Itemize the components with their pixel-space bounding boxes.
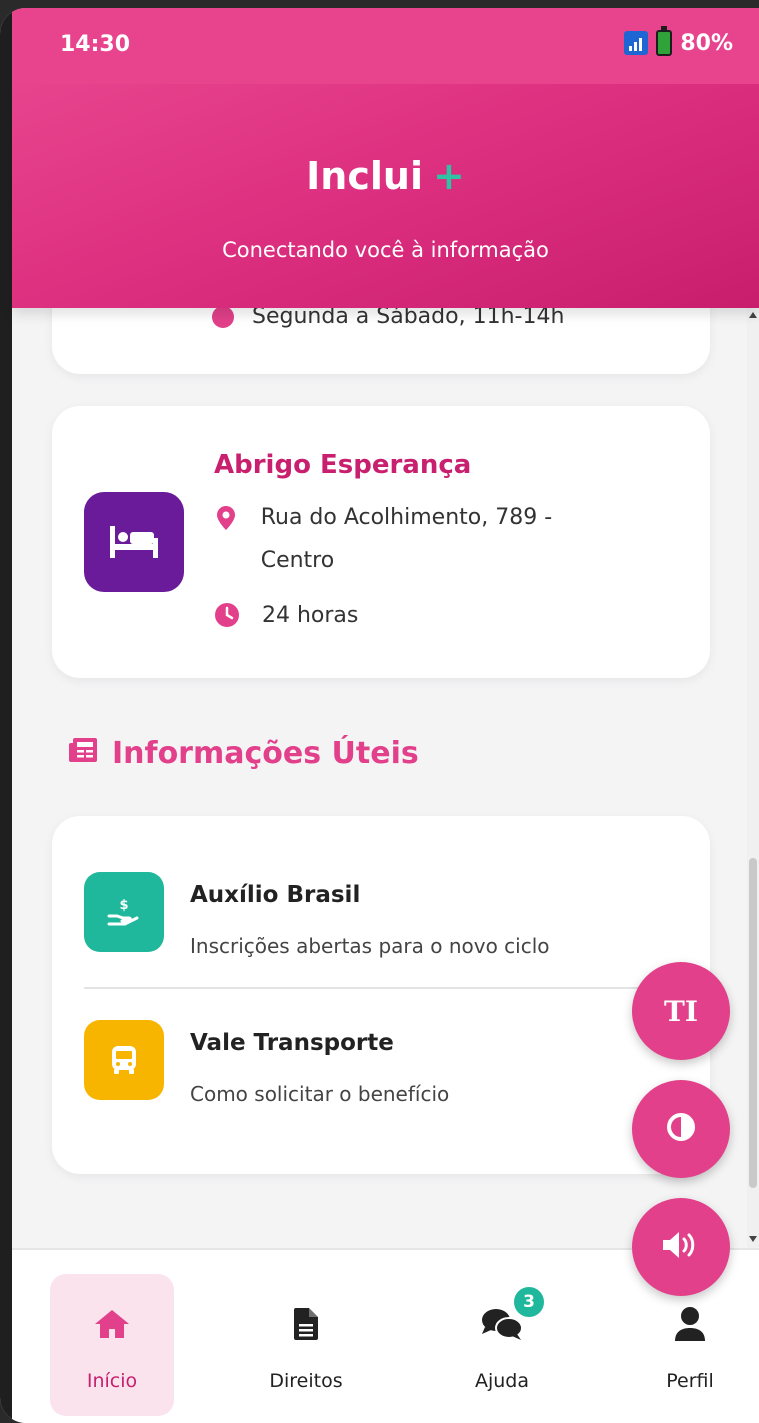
svg-text:$: $ xyxy=(119,898,128,913)
shelter-hours-row: 24 horas xyxy=(214,594,358,637)
nav-label: Início xyxy=(86,1370,138,1392)
contrast-icon xyxy=(666,1112,696,1146)
app-title-accent: + xyxy=(432,154,465,198)
info-item-description: Inscrições abertas para o novo ciclo xyxy=(190,934,550,958)
text-size-icon: TI xyxy=(664,994,698,1028)
clock-icon xyxy=(212,305,234,328)
divider xyxy=(84,987,680,989)
status-time: 14:30 xyxy=(60,32,131,57)
battery-level: 80% xyxy=(680,30,733,56)
shelter-hours: 24 horas xyxy=(262,603,359,628)
location-pin-icon xyxy=(214,496,239,530)
status-indicators: 80% xyxy=(624,26,733,56)
status-bar: 14:30 80% xyxy=(12,8,759,84)
scrollbar-thumb[interactable] xyxy=(749,858,757,1188)
speaker-icon xyxy=(661,1230,701,1264)
scroll-up-arrow[interactable] xyxy=(749,312,757,318)
chat-icon: 3 xyxy=(481,1284,547,1344)
info-card: $ Auxílio Brasil Inscrições abertas para… xyxy=(52,816,710,1174)
hand-money-icon: $ xyxy=(84,872,164,952)
home-icon xyxy=(94,1304,130,1344)
user-icon xyxy=(675,1304,705,1344)
newspaper-icon xyxy=(68,736,98,771)
nav-item-ajuda[interactable]: 3 Ajuda xyxy=(440,1274,564,1416)
info-item-description: Como solicitar o benefício xyxy=(190,1082,450,1106)
shelter-address: Rua do Acolhimento, 789 - Centro xyxy=(260,505,553,573)
nav-item-perfil[interactable]: Perfil xyxy=(628,1274,752,1416)
signal-icon xyxy=(624,31,649,55)
scroll-down-arrow[interactable] xyxy=(749,1236,757,1242)
app-header: 14:30 80% Inclui + Conectando você à info… xyxy=(12,8,759,308)
bed-icon xyxy=(84,492,184,592)
font-size-button[interactable]: TI xyxy=(632,962,730,1060)
app-title: Inclui + xyxy=(12,154,759,198)
battery-icon xyxy=(656,26,673,56)
bus-icon xyxy=(84,1020,164,1100)
info-item-auxilio-brasil[interactable]: $ Auxílio Brasil Inscrições abertas para… xyxy=(84,872,680,1002)
shelter-card[interactable]: Abrigo Esperança Rua do Acolhimento, 789… xyxy=(52,406,710,678)
info-item-title: Auxílio Brasil xyxy=(190,882,361,908)
audio-button[interactable] xyxy=(632,1198,730,1296)
clock-icon xyxy=(214,594,240,627)
notification-badge: 3 xyxy=(511,1284,547,1320)
shelter-address-row: Rua do Acolhimento, 789 - Centro xyxy=(214,496,614,582)
nav-label: Ajuda xyxy=(474,1370,530,1392)
document-icon xyxy=(294,1304,318,1344)
app-subtitle: Conectando você à informação xyxy=(222,238,549,262)
info-section-heading: Informações Úteis xyxy=(68,736,419,771)
phone-screen: Segunda a Sábado, 11h-14h Abrigo Esperan… xyxy=(0,8,759,1423)
nav-label: Perfil xyxy=(666,1370,714,1392)
info-item-vale-transporte[interactable]: Vale Transporte Como solicitar o benefíc… xyxy=(84,1020,680,1150)
info-item-title: Vale Transporte xyxy=(190,1030,394,1056)
nav-item-direitos[interactable]: Direitos xyxy=(244,1274,368,1416)
device-bezel xyxy=(0,8,12,1423)
contrast-button[interactable] xyxy=(632,1080,730,1178)
section-title: Informações Úteis xyxy=(112,736,419,771)
app-title-text: Inclui xyxy=(306,154,423,198)
shelter-name: Abrigo Esperança xyxy=(214,450,472,480)
nav-item-inicio[interactable]: Início xyxy=(50,1274,174,1416)
nav-label: Direitos xyxy=(269,1370,343,1392)
